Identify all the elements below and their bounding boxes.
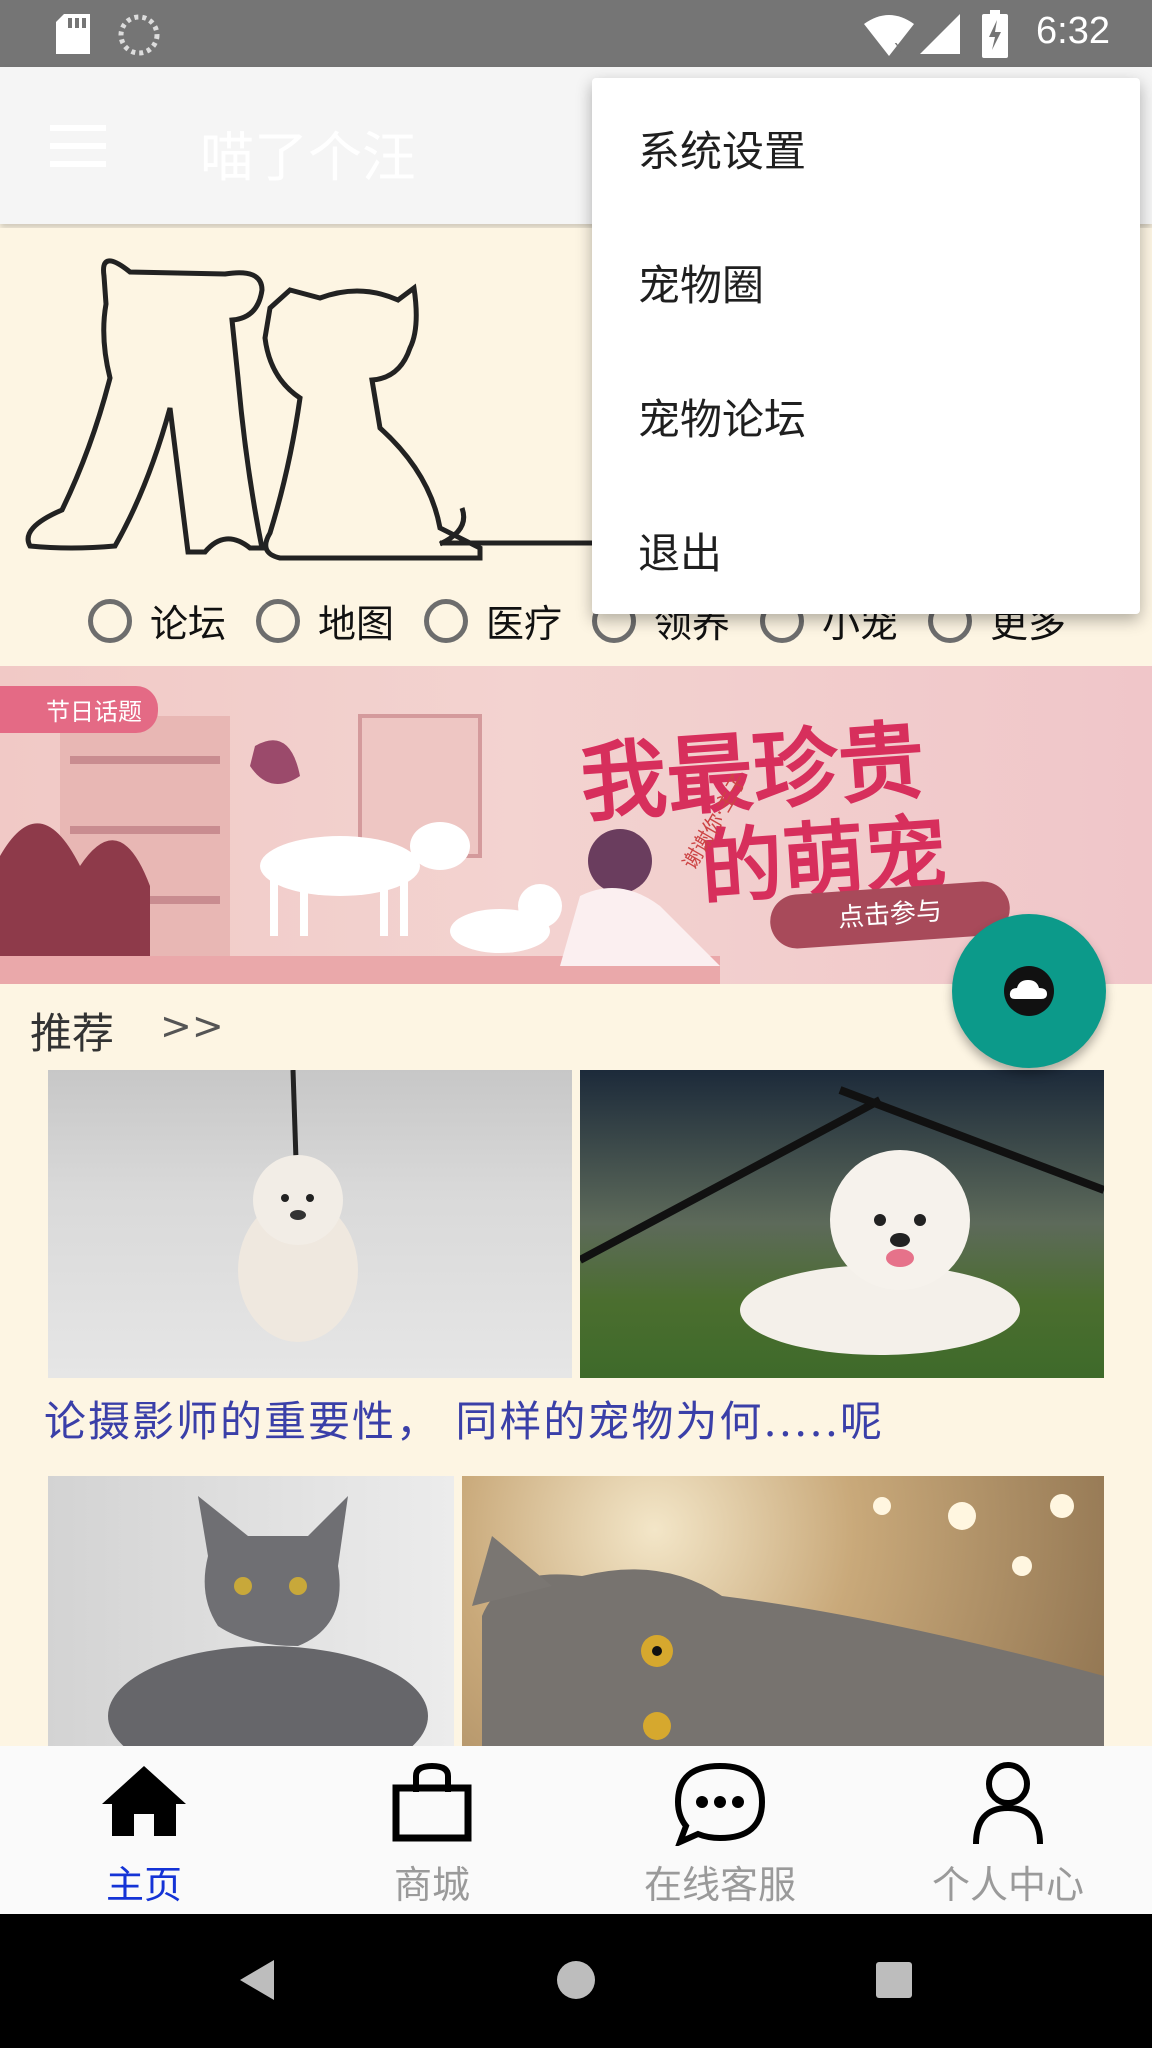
grey-cat-image — [108, 1496, 428, 1746]
nav-mall[interactable]: 商城 — [288, 1746, 576, 1914]
radio-label: 论坛 — [150, 602, 227, 646]
battery-icon — [982, 10, 1008, 58]
radio-label: 医疗 — [486, 602, 563, 646]
home-icon — [102, 1766, 186, 1836]
dog-photo-after — [580, 1070, 1104, 1378]
nav-customer-service[interactable]: 在线客服 — [576, 1746, 864, 1914]
banner-tag: 节日话题 — [0, 686, 158, 733]
home-circle-icon[interactable] — [556, 1960, 596, 2000]
person-icon — [973, 1762, 1043, 1845]
menu-item-pet-forum[interactable]: 宠物论坛 — [592, 346, 1140, 480]
sd-card-icon — [56, 14, 90, 54]
status-bar: x 6:32 — [0, 0, 1152, 67]
recommend-card-dogs[interactable] — [48, 1070, 1104, 1380]
nav-label: 在线客服 — [643, 1863, 796, 1907]
overflow-menu: 系统设置 宠物圈 宠物论坛 退出 — [592, 78, 1140, 614]
grey-cat-image — [472, 1494, 1104, 1746]
nav-home[interactable]: 主页 — [0, 1746, 288, 1914]
radio-circle — [424, 598, 468, 643]
menu-item-logout[interactable]: 退出 — [592, 480, 1140, 614]
menu-item-label: 系统设置 — [638, 127, 807, 176]
menu-item-label: 宠物论坛 — [638, 395, 807, 444]
menu-item-label: 退出 — [638, 529, 723, 578]
recommend-title: 推荐 — [30, 1009, 115, 1058]
shopping-bag-icon — [392, 1762, 472, 1842]
radio-forum[interactable]: 论坛 — [88, 593, 226, 648]
nav-label: 主页 — [105, 1863, 182, 1907]
recommend-caption[interactable]: 论摄影师的重要性， 同样的宠物为何.....呢 — [44, 1388, 884, 1449]
radio-map[interactable]: 地图 — [256, 593, 394, 648]
status-time: 6:32 — [1036, 10, 1110, 52]
menu-icon[interactable] — [50, 125, 106, 167]
sync-icon — [118, 14, 160, 56]
poodle-image — [580, 1086, 1104, 1355]
dog-photo-before — [48, 1070, 572, 1378]
chat-icon — [674, 1762, 766, 1846]
radio-circle — [88, 598, 132, 643]
app-title: 喵了个汪 — [200, 126, 416, 189]
recommend-card-cats[interactable] — [48, 1476, 1104, 1746]
menu-item-system-settings[interactable]: 系统设置 — [592, 78, 1140, 212]
cat-photo-after — [462, 1476, 1104, 1746]
signal-icon — [920, 14, 960, 54]
cat-photo-before — [48, 1476, 454, 1746]
bottom-navigation: 主页 商城 在线客服 个人中心 — [0, 1746, 1152, 1914]
nav-label: 商城 — [393, 1863, 470, 1907]
radio-circle — [256, 598, 300, 643]
back-icon[interactable] — [240, 1960, 274, 2000]
nav-label: 个人中心 — [931, 1863, 1084, 1907]
wifi-icon: x — [864, 15, 914, 56]
menu-item-label: 宠物圈 — [638, 261, 765, 310]
nav-profile[interactable]: 个人中心 — [864, 1746, 1152, 1914]
system-navigation-bar — [0, 1914, 1152, 2048]
cloud-icon — [1004, 966, 1054, 1016]
radio-medical[interactable]: 医疗 — [424, 593, 562, 648]
cloud-fab-button[interactable] — [952, 914, 1106, 1068]
recents-icon[interactable] — [876, 1962, 912, 1998]
svg-text:x: x — [894, 37, 903, 56]
radio-label: 地图 — [318, 602, 395, 646]
poodle-image — [238, 1070, 358, 1342]
menu-item-pet-circle[interactable]: 宠物圈 — [592, 212, 1140, 346]
recommend-more-link[interactable]: >> — [160, 1004, 224, 1048]
